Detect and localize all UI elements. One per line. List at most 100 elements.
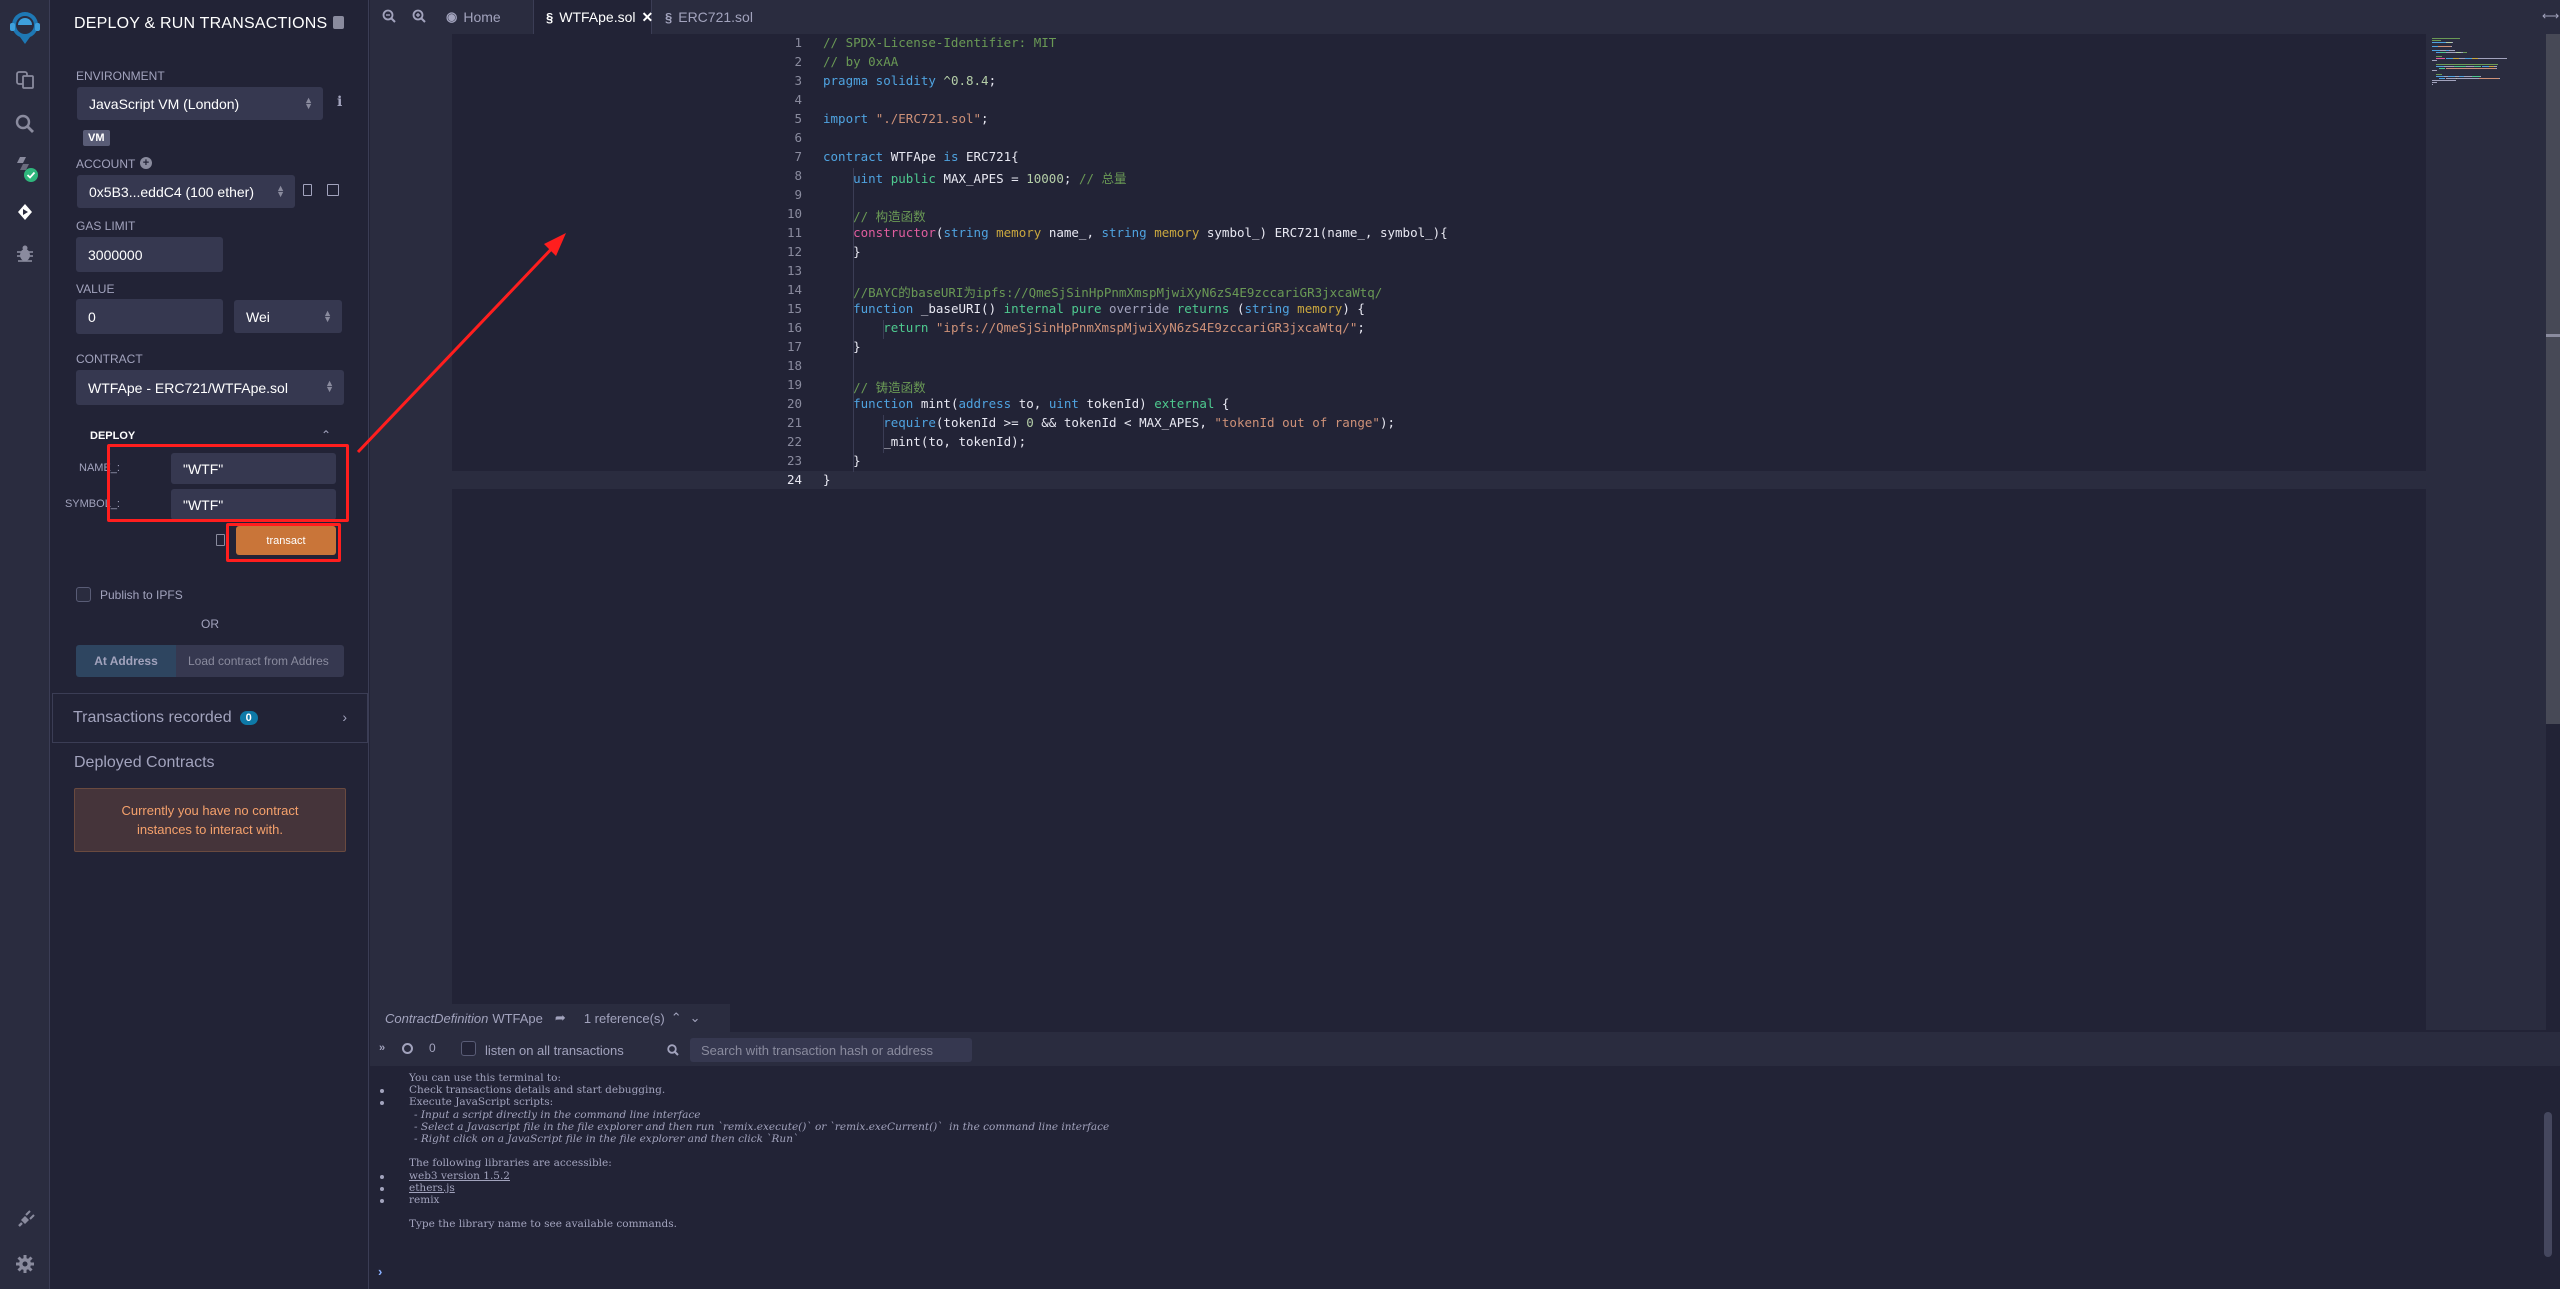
minimap-token <box>2446 52 2457 53</box>
line-number: 21 <box>786 415 802 430</box>
code-line: require(tokenId >= 0 && tokenId < MAX_AP… <box>823 415 1395 430</box>
line-number: 17 <box>786 339 802 354</box>
environment-select[interactable]: JavaScript VM (London) ▲ ▼ <box>77 87 323 120</box>
code-line: contract WTFApe is ERC721{ <box>823 149 1019 164</box>
minimap-token <box>2457 78 2479 79</box>
expand-horizontal-icon[interactable]: ⟷ <box>2542 9 2559 23</box>
code-token: } <box>823 244 861 259</box>
line-number-gutter <box>370 34 452 1030</box>
tab-erc721-sol[interactable]: § ERC721.sol <box>653 0 765 34</box>
code-token: contract <box>823 149 891 164</box>
contract-select[interactable]: WTFApe - ERC721/WTFApe.sol ▲ ▼ <box>76 370 344 405</box>
close-tab-icon[interactable]: ✕ <box>641 9 653 26</box>
file-explorer-icon[interactable] <box>0 62 50 98</box>
code-token: uint <box>853 171 891 186</box>
line-number: 6 <box>794 130 802 145</box>
settings-gear-icon[interactable] <box>0 1246 50 1282</box>
go-to-definition-icon[interactable]: ➦ <box>555 1010 566 1026</box>
code-line: return "ipfs://QmeSjSinHpPnmXmspMjwiXyN6… <box>823 320 1365 335</box>
code-token: name_, <box>1048 225 1102 240</box>
transactions-recorded-section[interactable]: Transactions recorded 0 › <box>52 693 368 743</box>
zoom-in-icon[interactable] <box>412 9 426 26</box>
code-line: } <box>823 453 861 468</box>
line-number: 10 <box>786 206 802 221</box>
load-contract-address-input[interactable]: Load contract from Addres <box>176 645 344 677</box>
clear-console-icon[interactable] <box>402 1043 413 1054</box>
editor-vertical-scrollbar[interactable] <box>2546 34 2560 724</box>
code-token: mint( <box>920 396 959 411</box>
gas-limit-input[interactable]: 3000000 <box>76 237 223 272</box>
reference-name: WTFApe <box>492 1010 543 1026</box>
pending-tx-count: 0 <box>429 1041 436 1055</box>
account-label: ACCOUNT <box>76 157 136 171</box>
copy-calldata-icon[interactable] <box>216 534 225 546</box>
minimap[interactable] <box>2426 34 2546 1030</box>
publish-ipfs-checkbox[interactable] <box>76 587 91 602</box>
minimap-token <box>2449 50 2456 51</box>
code-area[interactable] <box>452 34 2430 1030</box>
plugin-manager-icon[interactable] <box>0 1202 50 1238</box>
code-token: _baseURI() <box>920 301 1004 316</box>
add-account-icon[interactable]: + <box>140 157 152 169</box>
deploy-run-icon[interactable] <box>0 194 50 230</box>
code-token: internal pure <box>1003 301 1109 316</box>
documentation-icon[interactable] <box>333 16 344 29</box>
bullet <box>380 1186 384 1191</box>
debugger-icon[interactable] <box>0 236 50 272</box>
code-token: string <box>1101 225 1155 240</box>
line-number: 19 <box>786 377 802 392</box>
collapse-chevron-icon[interactable]: ⌃ <box>321 428 331 442</box>
edit-icon[interactable] <box>327 184 339 196</box>
listen-all-checkbox[interactable] <box>461 1041 476 1056</box>
deployed-contracts-heading: Deployed Contracts <box>74 754 215 771</box>
line-number: 1 <box>794 35 802 50</box>
code-token: to, <box>1018 396 1049 411</box>
library-link[interactable]: web3 version 1.5.2 <box>409 1170 510 1182</box>
collapse-terminal-icon[interactable]: » <box>379 1042 385 1054</box>
at-address-button[interactable]: At Address <box>76 645 176 677</box>
minimap-token <box>2438 46 2451 47</box>
code-token: // 构造函数 <box>853 209 926 224</box>
minimap-token <box>2432 50 2441 51</box>
solidity-compiler-icon[interactable] <box>0 150 50 186</box>
code-token: symbol_) ERC721(name_, symbol_){ <box>1206 225 1448 240</box>
code-line: // SPDX-License-Identifier: MIT <box>823 35 1056 50</box>
annotation-highlight-transact <box>226 523 341 562</box>
account-select[interactable]: 0x5B3...eddC4 (100 ether) ▲ ▼ <box>77 175 295 208</box>
tab-wtfape-sol[interactable]: § WTFApe.sol ✕ <box>533 0 653 34</box>
value-unit-select[interactable]: Wei ▲ ▼ <box>234 300 342 333</box>
code-token: memory <box>1297 301 1343 316</box>
code-token: WTFApe <box>890 149 944 164</box>
search-icon[interactable] <box>0 106 50 142</box>
reference-count: 1 reference(s) <box>583 1010 665 1026</box>
indent-guide <box>853 168 854 472</box>
tab-home[interactable]: ◉ Home <box>434 0 513 34</box>
minimap-token <box>2463 76 2472 77</box>
terminal-prompt-icon[interactable]: › <box>378 1264 382 1279</box>
line-number: 18 <box>786 358 802 373</box>
line-number: 22 <box>786 434 802 449</box>
remix-logo-icon[interactable] <box>0 6 50 50</box>
solidity-file-icon: § <box>546 9 554 25</box>
library-link[interactable]: ethers.js <box>409 1182 455 1194</box>
solidity-file-icon: § <box>665 9 673 25</box>
previous-reference-icon[interactable]: ⌃ <box>671 1010 682 1026</box>
minimap-token <box>2453 66 2467 67</box>
value-input[interactable]: 0 <box>76 299 223 334</box>
code-token: ERC721{ <box>966 149 1019 164</box>
copy-address-icon[interactable] <box>303 184 312 196</box>
zoom-out-icon[interactable] <box>382 9 396 26</box>
contract-label: CONTRACT <box>76 352 143 366</box>
info-icon[interactable]: i <box>337 94 342 110</box>
minimap-token <box>2478 78 2499 79</box>
transaction-search-input[interactable]: Search with transaction hash or address <box>690 1038 972 1062</box>
line-number: 12 <box>786 244 802 259</box>
terminal-line: The following libraries are accessible: <box>409 1157 612 1170</box>
code-token: // 总量 <box>1078 171 1127 186</box>
terminal-scrollbar[interactable] <box>2544 1112 2552 1257</box>
next-reference-icon[interactable]: ⌄ <box>690 1010 701 1026</box>
terminal-line: - Input a script directly in the command… <box>414 1108 701 1121</box>
